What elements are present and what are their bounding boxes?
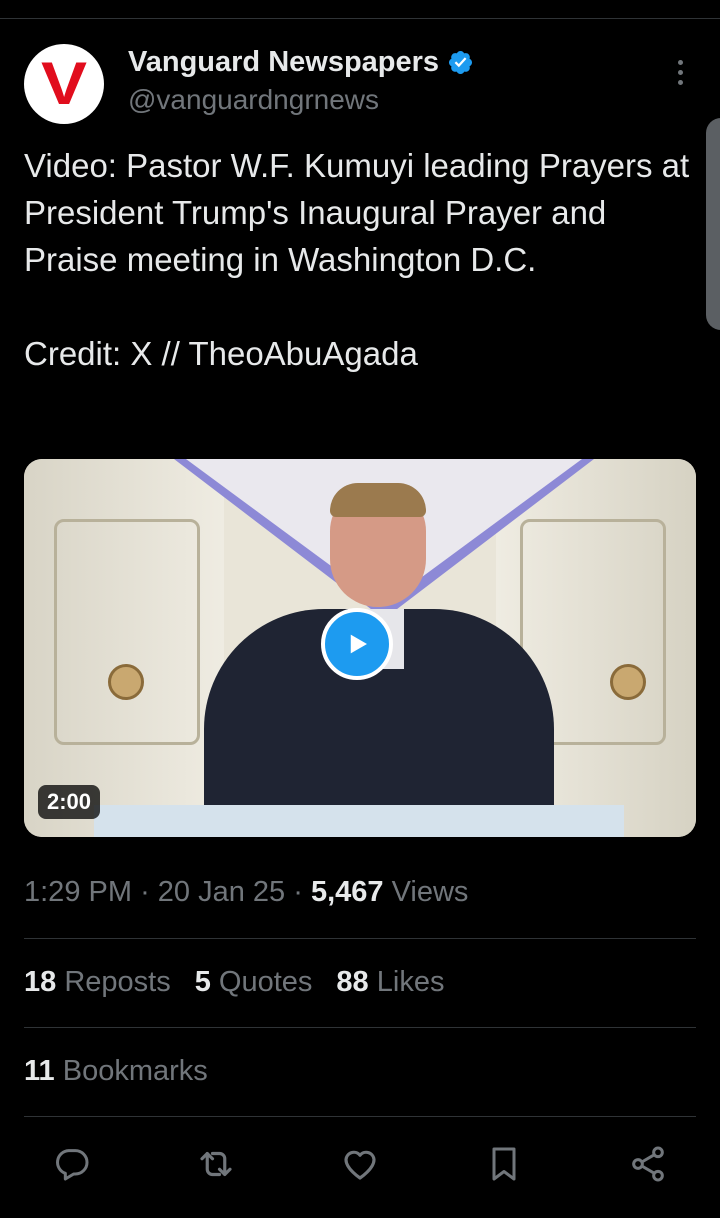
- views-label: Views: [391, 876, 469, 908]
- top-divider: [0, 18, 720, 19]
- avatar-logo: V: [40, 50, 88, 117]
- tweet-time[interactable]: 1:29 PM: [24, 876, 132, 908]
- video-duration: 2:00: [38, 785, 101, 819]
- author-name-row: Vanguard Newspapers: [128, 46, 474, 79]
- quotes-stat[interactable]: 5 Quotes: [195, 966, 313, 999]
- reposts-count: 18: [24, 966, 57, 998]
- quotes-label: Quotes: [218, 966, 313, 998]
- reply-icon: [56, 1149, 89, 1181]
- repost-button[interactable]: [194, 1142, 238, 1186]
- video-frame-ornament: [610, 664, 646, 700]
- reposts-label: Reposts: [64, 966, 171, 998]
- bookmarks-label: Bookmarks: [62, 1055, 208, 1087]
- divider: [24, 1027, 696, 1028]
- likes-label: Likes: [376, 966, 445, 998]
- heart-icon: [344, 1150, 376, 1180]
- engagement-stats: 18 Reposts 5 Quotes 88 Likes: [24, 966, 444, 999]
- divider: [24, 938, 696, 939]
- tweet-text: Video: Pastor W.F. Kumuyi leading Prayer…: [24, 147, 690, 372]
- bookmarks-count: 11: [24, 1055, 55, 1087]
- author-handle[interactable]: @vanguardngrnews: [128, 84, 379, 116]
- repost-icon: [200, 1151, 232, 1177]
- bookmarks-stat[interactable]: 11 Bookmarks: [24, 1055, 208, 1088]
- play-button[interactable]: [321, 608, 393, 680]
- video-frame-speaker-hair: [330, 483, 426, 517]
- video-player[interactable]: 2:00: [24, 459, 696, 837]
- meta-separator: ·: [293, 876, 311, 908]
- share-button[interactable]: [626, 1142, 670, 1186]
- divider: [24, 1116, 696, 1117]
- like-button[interactable]: [338, 1142, 382, 1186]
- meta-separator: ·: [140, 876, 158, 908]
- play-icon: [350, 634, 367, 654]
- verified-badge-icon: [449, 50, 473, 75]
- video-frame-podium: [94, 805, 624, 837]
- avatar[interactable]: V: [24, 44, 104, 124]
- more-vertical-icon[interactable]: [670, 60, 690, 94]
- video-frame-ornament: [108, 664, 144, 700]
- reply-button[interactable]: [50, 1142, 94, 1186]
- bookmark-button[interactable]: [482, 1142, 526, 1186]
- likes-stat[interactable]: 88 Likes: [336, 966, 444, 999]
- likes-count: 88: [336, 966, 369, 998]
- author-name[interactable]: Vanguard Newspapers: [128, 46, 439, 79]
- reposts-stat[interactable]: 18 Reposts: [24, 966, 171, 999]
- tweet-date[interactable]: 20 Jan 25: [158, 876, 285, 908]
- quotes-count: 5: [194, 966, 211, 998]
- views-count: 5,467: [310, 876, 384, 908]
- bookmark-icon: [492, 1147, 516, 1181]
- scroll-handle[interactable]: [706, 118, 720, 330]
- tweet-meta: 1:29 PM · 20 Jan 25 · 5,467 Views: [24, 876, 468, 909]
- share-icon: [632, 1146, 664, 1182]
